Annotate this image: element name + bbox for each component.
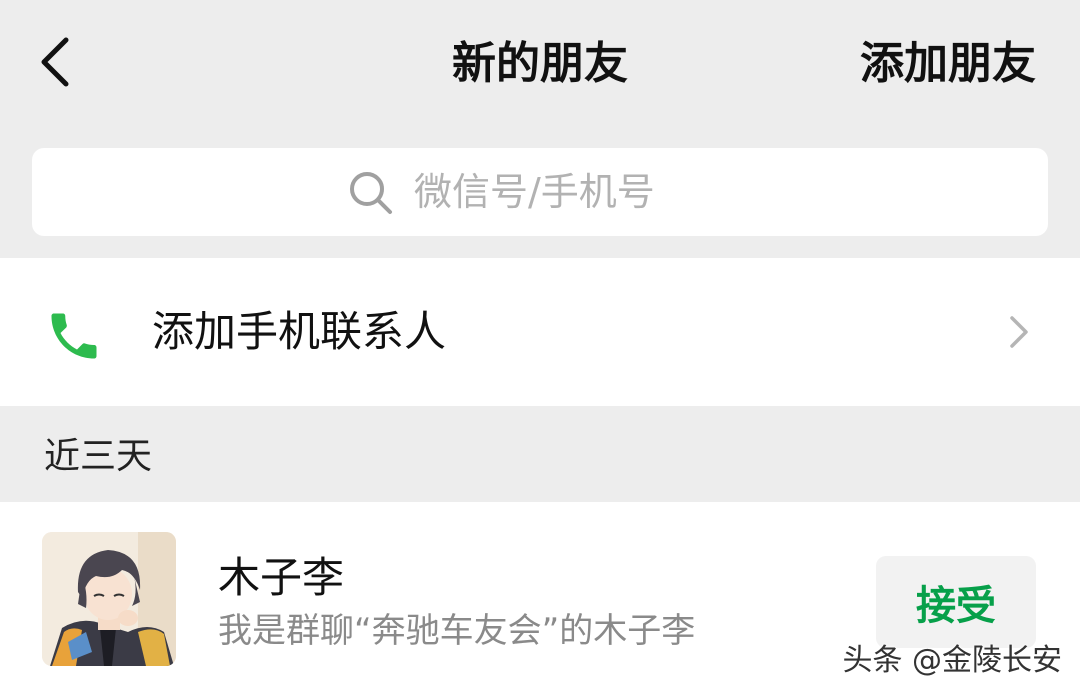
phone-icon xyxy=(51,313,97,359)
search-icon xyxy=(350,172,392,214)
section-label: 近三天 xyxy=(44,436,153,477)
avatar[interactable] xyxy=(42,532,176,666)
nav-bar: 新的朋友 添加朋友 xyxy=(0,0,1080,130)
avatar-image xyxy=(42,532,176,666)
section-header: 近三天 xyxy=(0,406,1080,502)
accept-button[interactable]: 接受 xyxy=(876,556,1036,648)
add-phone-contacts-row[interactable]: 添加手机联系人 xyxy=(0,258,1080,406)
add-phone-contacts-label: 添加手机联系人 xyxy=(152,307,447,356)
friend-name: 木子李 xyxy=(218,553,345,602)
back-button[interactable] xyxy=(34,36,78,88)
chevron-right-icon xyxy=(1010,316,1028,348)
watermark: 头条 @金陵长安 xyxy=(842,643,1062,678)
search-bar[interactable] xyxy=(32,148,1048,236)
chevron-left-icon xyxy=(41,37,69,87)
search-input[interactable] xyxy=(414,170,734,214)
add-friend-button[interactable]: 添加朋友 xyxy=(860,36,1036,92)
friend-request-message: 我是群聊“奔驰车友会”的木子李 xyxy=(218,611,696,651)
